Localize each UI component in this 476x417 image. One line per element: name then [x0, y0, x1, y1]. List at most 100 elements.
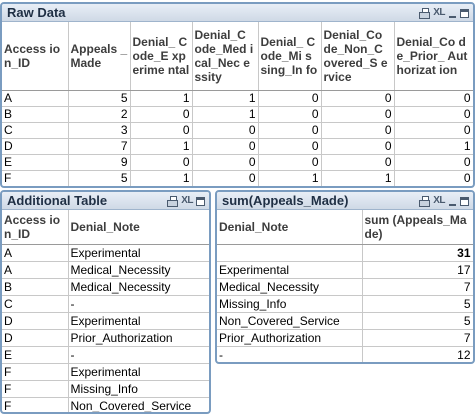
minimize-icon[interactable]	[448, 7, 457, 19]
table-cell[interactable]: 0	[258, 90, 322, 107]
table-cell[interactable]: Experimental	[68, 244, 209, 262]
table-cell[interactable]: 0	[192, 138, 259, 155]
table-cell[interactable]: Experimental	[217, 261, 363, 279]
column-header[interactable]: Denial_Note	[68, 210, 209, 245]
column-header[interactable]: Appeals _Made	[68, 22, 131, 91]
table-cell[interactable]: 1	[192, 90, 259, 107]
table-cell[interactable]: 9	[68, 154, 131, 171]
table-cell[interactable]: 0	[192, 170, 259, 186]
table-cell[interactable]: 1	[130, 90, 193, 107]
column-header[interactable]: Denial_Co de_Prior_ Authorizat ion	[394, 22, 473, 91]
print-icon[interactable]	[419, 195, 431, 207]
table-cell[interactable]: 0	[321, 138, 395, 155]
table-cell[interactable]: Prior_Authorization	[217, 329, 363, 347]
raw-data-titlebar[interactable]: Raw Data XL	[2, 4, 473, 22]
table-cell[interactable]: 7	[362, 329, 473, 347]
excel-export-icon[interactable]: XL	[181, 195, 193, 207]
table-cell[interactable]: Medical_Necessity	[68, 261, 209, 279]
table-cell[interactable]: 2	[68, 106, 131, 123]
table-cell[interactable]: 1	[192, 106, 259, 123]
table-cell[interactable]: 3	[68, 122, 131, 139]
table-cell[interactable]: 7	[68, 138, 131, 155]
column-header[interactable]: Denial_Note	[217, 210, 363, 245]
print-icon[interactable]	[167, 195, 179, 207]
table-cell[interactable]: 0	[192, 154, 259, 171]
table-cell[interactable]: 0	[394, 170, 473, 186]
table-cell[interactable]: 0	[258, 154, 322, 171]
table-cell[interactable]: 0	[321, 106, 395, 123]
table-cell[interactable]: E	[2, 346, 69, 364]
table-cell[interactable]: 0	[130, 122, 193, 139]
print-icon[interactable]	[419, 7, 431, 19]
table-cell[interactable]: 0	[394, 90, 473, 107]
table-cell[interactable]: 0	[258, 106, 322, 123]
table-cell[interactable]: 1	[130, 170, 193, 186]
table-cell[interactable]: 17	[362, 261, 473, 279]
column-header[interactable]: Denial_ Code_Mi ssing_In fo	[258, 22, 322, 91]
excel-export-icon[interactable]: XL	[433, 195, 445, 207]
maximize-icon[interactable]	[460, 8, 469, 18]
table-cell[interactable]: Non_Covered_Service	[217, 312, 363, 330]
table-cell[interactable]: C	[2, 122, 69, 139]
table-cell[interactable]: 0	[258, 122, 322, 139]
table-cell[interactable]: 7	[362, 278, 473, 296]
table-cell[interactable]: 1	[258, 170, 322, 186]
table-cell[interactable]: 0	[321, 90, 395, 107]
table-cell[interactable]: B	[2, 278, 69, 296]
table-cell[interactable]: 1	[394, 138, 473, 155]
table-cell[interactable]: 5	[362, 295, 473, 313]
table-cell[interactable]: 0	[258, 138, 322, 155]
table-cell[interactable]: 1	[130, 138, 193, 155]
table-cell[interactable]: D	[2, 138, 69, 155]
column-header[interactable]: sum (Appeals_Made)	[362, 210, 473, 245]
table-cell[interactable]: 0	[130, 106, 193, 123]
column-header[interactable]: Access ion_ID	[2, 22, 69, 91]
table-cell[interactable]: F	[2, 397, 69, 412]
table-cell[interactable]: 0	[394, 106, 473, 123]
table-cell[interactable]: F	[2, 363, 69, 381]
table-cell[interactable]: 0	[394, 122, 473, 139]
table-cell[interactable]: Experimental	[68, 312, 209, 330]
table-cell[interactable]: B	[2, 106, 69, 123]
column-header[interactable]: Access ion_ID	[2, 210, 69, 245]
table-cell[interactable]: A	[2, 261, 69, 279]
table-cell[interactable]: D	[2, 312, 69, 330]
excel-export-icon[interactable]: XL	[433, 7, 445, 19]
table-cell[interactable]: Missing_Info	[217, 295, 363, 313]
table-cell[interactable]: Experimental	[68, 363, 209, 381]
table-cell[interactable]: Non_Covered_Service	[68, 397, 209, 412]
sum-appeals-titlebar[interactable]: sum(Appeals_Made) XL	[217, 192, 473, 210]
table-cell[interactable]: Prior_Authorization	[68, 329, 209, 347]
table-cell[interactable]: Medical_Necessity	[68, 278, 209, 296]
column-header[interactable]: Denial_C ode_Med ical_Nec essity	[192, 22, 259, 91]
column-header[interactable]: Denial_Co de_Non_C overed_S ervice	[321, 22, 395, 91]
table-cell[interactable]: Medical_Necessity	[217, 278, 363, 296]
table-cell[interactable]: F	[2, 170, 69, 186]
table-cell[interactable]: 12	[362, 346, 473, 362]
table-cell[interactable]: Missing_Info	[68, 380, 209, 398]
table-cell[interactable]: -	[68, 346, 209, 364]
table-cell[interactable]: A	[2, 244, 69, 262]
table-cell[interactable]: 0	[321, 154, 395, 171]
table-cell[interactable]: 0	[321, 122, 395, 139]
table-cell[interactable]: A	[2, 90, 69, 107]
table-cell[interactable]: F	[2, 380, 69, 398]
maximize-icon[interactable]	[196, 196, 205, 206]
table-cell[interactable]: E	[2, 154, 69, 171]
table-cell[interactable]: 0	[192, 122, 259, 139]
table-cell[interactable]: D	[2, 329, 69, 347]
table-cell[interactable]: 5	[362, 312, 473, 330]
table-cell[interactable]: -	[217, 346, 363, 362]
total-label-cell[interactable]	[217, 244, 363, 262]
minimize-icon[interactable]	[448, 195, 457, 207]
column-header[interactable]: Denial_ Code_E xperime ntal	[130, 22, 193, 91]
table-cell[interactable]: 5	[68, 90, 131, 107]
table-cell[interactable]: 5	[68, 170, 131, 186]
table-cell[interactable]: -	[68, 295, 209, 313]
table-cell[interactable]: 0	[394, 154, 473, 171]
maximize-icon[interactable]	[460, 196, 469, 206]
table-cell[interactable]: 1	[321, 170, 395, 186]
additional-table-titlebar[interactable]: Additional Table XL	[2, 192, 209, 210]
total-value-cell[interactable]: 31	[362, 244, 473, 262]
table-cell[interactable]: 0	[130, 154, 193, 171]
